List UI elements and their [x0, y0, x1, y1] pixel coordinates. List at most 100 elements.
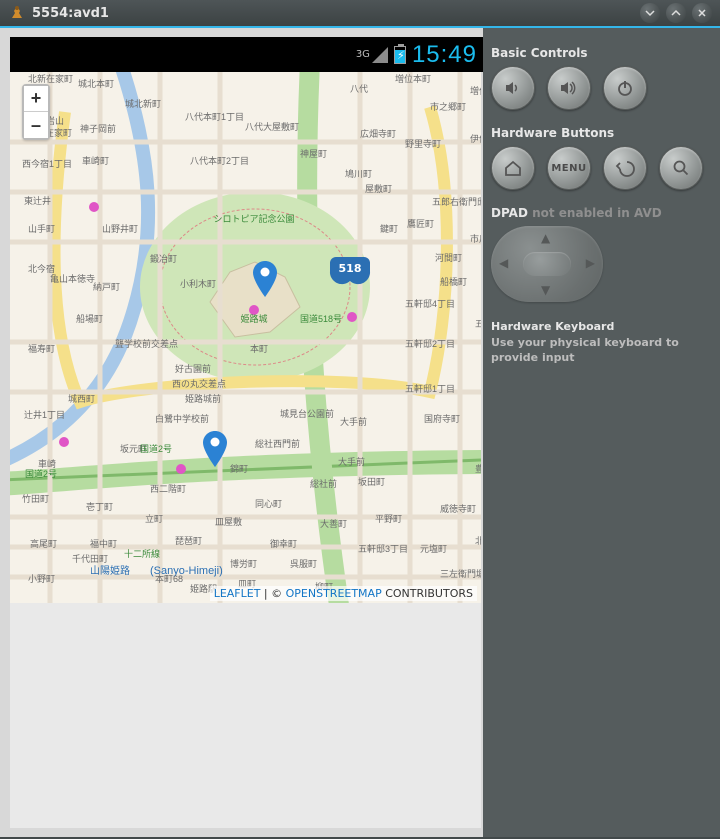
window-titlebar: 5554:avd1 — [0, 0, 720, 28]
svg-text:白鷺中学校前: 白鷺中学校前 — [155, 413, 209, 424]
svg-text:皿屋敷: 皿屋敷 — [215, 516, 242, 527]
svg-text:城北本町: 城北本町 — [78, 78, 114, 89]
svg-text:八代本町2丁目: 八代本町2丁目 — [190, 155, 249, 166]
volume-down-button[interactable] — [491, 66, 535, 110]
svg-text:同心町: 同心町 — [255, 499, 282, 509]
hardware-buttons-heading: Hardware Buttons — [491, 126, 710, 140]
svg-text:東辻井: 東辻井 — [24, 195, 51, 206]
svg-text:山陽姫路: 山陽姫路 — [90, 564, 130, 577]
network-label: 3G — [356, 49, 370, 60]
clock: 15:49 — [412, 41, 477, 69]
device-frame: 3G ⚡ 15:49 — [0, 28, 483, 837]
basic-controls-heading: Basic Controls — [491, 46, 710, 60]
svg-text:五軒邸3丁目: 五軒邸3丁目 — [358, 544, 408, 554]
svg-text:国府寺町: 国府寺町 — [424, 413, 460, 424]
svg-text:姫路城: 姫路城 — [240, 313, 267, 324]
maximize-button[interactable] — [666, 3, 686, 23]
svg-text:十二所線: 十二所線 — [124, 548, 160, 559]
map-marker[interactable] — [253, 261, 277, 297]
android-status-bar: 3G ⚡ 15:49 — [10, 37, 483, 72]
svg-text:城見台公園前: 城見台公園前 — [280, 408, 334, 419]
dpad-left: ◀ — [499, 256, 508, 270]
map-tiles: 518 シロトピア記念公園 姫路城 好古園前 西の丸交差点 姫路城前 城見台公園… — [10, 72, 481, 603]
svg-text:辻井1丁目: 辻井1丁目 — [24, 409, 65, 420]
svg-text:竹田町: 竹田町 — [22, 493, 49, 504]
dpad-down: ▼ — [541, 283, 550, 297]
svg-text:福寿町: 福寿町 — [28, 343, 55, 354]
svg-text:山野井町: 山野井町 — [102, 223, 138, 234]
svg-text:屋敷町: 屋敷町 — [365, 183, 392, 194]
minimize-button[interactable] — [640, 3, 660, 23]
svg-text:神子岡前: 神子岡前 — [80, 123, 116, 134]
osm-link[interactable]: OPENSTREETMAP — [286, 587, 382, 600]
svg-text:琵琶町: 琵琶町 — [175, 536, 202, 546]
dpad-up: ▲ — [541, 231, 550, 245]
svg-text:姫路城前: 姫路城前 — [185, 393, 221, 404]
svg-text:八代本町1丁目: 八代本町1丁目 — [185, 111, 244, 122]
dpad-heading: DPAD not enabled in AVD — [491, 206, 710, 220]
home-button[interactable] — [491, 146, 535, 190]
svg-text:市之郷町: 市之郷町 — [430, 101, 466, 112]
svg-text:八代大屋敷町: 八代大屋敷町 — [245, 121, 299, 132]
svg-text:増位本町: 増位本町 — [395, 73, 431, 84]
svg-text:御幸町: 御幸町 — [270, 538, 297, 549]
svg-text:豊沢町: 豊沢町 — [475, 463, 481, 474]
svg-text:千代田町: 千代田町 — [72, 554, 108, 564]
svg-text:坂田町: 坂田町 — [358, 477, 385, 487]
dpad-control: ▲ ▼ ◀ ▶ — [491, 226, 603, 302]
svg-text:五郎右衛門邸: 五郎右衛門邸 — [432, 196, 481, 207]
zoom-in-button[interactable]: + — [24, 86, 48, 112]
svg-text:本町: 本町 — [250, 343, 268, 354]
svg-text:聾学校前交差点: 聾学校前交差点 — [115, 338, 178, 349]
svg-text:納戸町: 納戸町 — [93, 281, 120, 292]
map-marker[interactable] — [203, 431, 227, 467]
svg-text:西今宿1丁目: 西今宿1丁目 — [22, 158, 72, 169]
map-view[interactable]: 518 シロトピア記念公園 姫路城 好古園前 西の丸交差点 姫路城前 城見台公園… — [10, 72, 481, 603]
close-button[interactable] — [692, 3, 712, 23]
svg-text:車崎: 車崎 — [38, 458, 56, 469]
svg-text:福中町: 福中町 — [90, 538, 117, 549]
svg-text:西の丸交差点: 西の丸交差点 — [172, 378, 226, 389]
svg-text:好古園前: 好古園前 — [175, 363, 211, 374]
battery-icon: ⚡ — [394, 46, 406, 64]
svg-text:野里寺町: 野里寺町 — [405, 139, 441, 149]
dpad-right: ▶ — [586, 256, 595, 270]
svg-text:国道518号: 国道518号 — [300, 313, 342, 324]
search-button[interactable] — [659, 146, 703, 190]
svg-text:博労町: 博労町 — [230, 558, 257, 569]
svg-text:広畑寺町: 広畑寺町 — [360, 128, 396, 139]
emulator-icon — [8, 4, 26, 22]
back-button[interactable] — [603, 146, 647, 190]
map-attribution: LEAFLET | © OPENSTREETMAP CONTRIBUTORS — [210, 586, 477, 601]
svg-text:八代: 八代 — [350, 84, 368, 94]
svg-text:五軒邸1丁目: 五軒邸1丁目 — [405, 384, 455, 394]
svg-text:元塩町: 元塩町 — [420, 543, 447, 554]
svg-text:増位: 増位 — [470, 85, 481, 96]
svg-text:船場町: 船場町 — [76, 313, 103, 324]
svg-text:総社西門前: 総社西門前 — [255, 438, 300, 449]
svg-text:小野町: 小野町 — [28, 574, 55, 584]
svg-text:西二階町: 西二階町 — [150, 484, 186, 494]
svg-text:シロトピア記念公園: シロトピア記念公園 — [213, 213, 294, 224]
svg-text:市川: 市川 — [470, 233, 481, 244]
volume-up-button[interactable] — [547, 66, 591, 110]
svg-text:伊伝居: 伊伝居 — [470, 133, 481, 144]
svg-text:鳩川町: 鳩川町 — [345, 168, 372, 179]
svg-text:城北新町: 城北新町 — [125, 98, 161, 109]
svg-text:車崎町: 車崎町 — [82, 155, 109, 166]
zoom-out-button[interactable]: – — [24, 112, 48, 138]
svg-text:河間町: 河間町 — [435, 252, 462, 263]
leaflet-link[interactable]: LEAFLET — [214, 587, 261, 600]
zoom-control: + – — [22, 84, 50, 140]
power-button[interactable] — [603, 66, 647, 110]
svg-text:鷹匠町: 鷹匠町 — [407, 218, 434, 229]
dpad-center — [523, 252, 571, 276]
svg-text:亀山本徳寺: 亀山本徳寺 — [50, 273, 95, 284]
svg-text:大手前: 大手前 — [338, 456, 365, 467]
svg-text:五軒邸4丁目: 五軒邸4丁目 — [405, 299, 455, 309]
svg-text:船橋町: 船橋町 — [440, 276, 467, 287]
svg-text:本町68: 本町68 — [155, 573, 183, 584]
svg-text:北新在家町: 北新在家町 — [28, 73, 73, 84]
svg-text:五軒邸2丁目: 五軒邸2丁目 — [405, 339, 455, 349]
menu-button[interactable]: MENU — [547, 146, 591, 190]
